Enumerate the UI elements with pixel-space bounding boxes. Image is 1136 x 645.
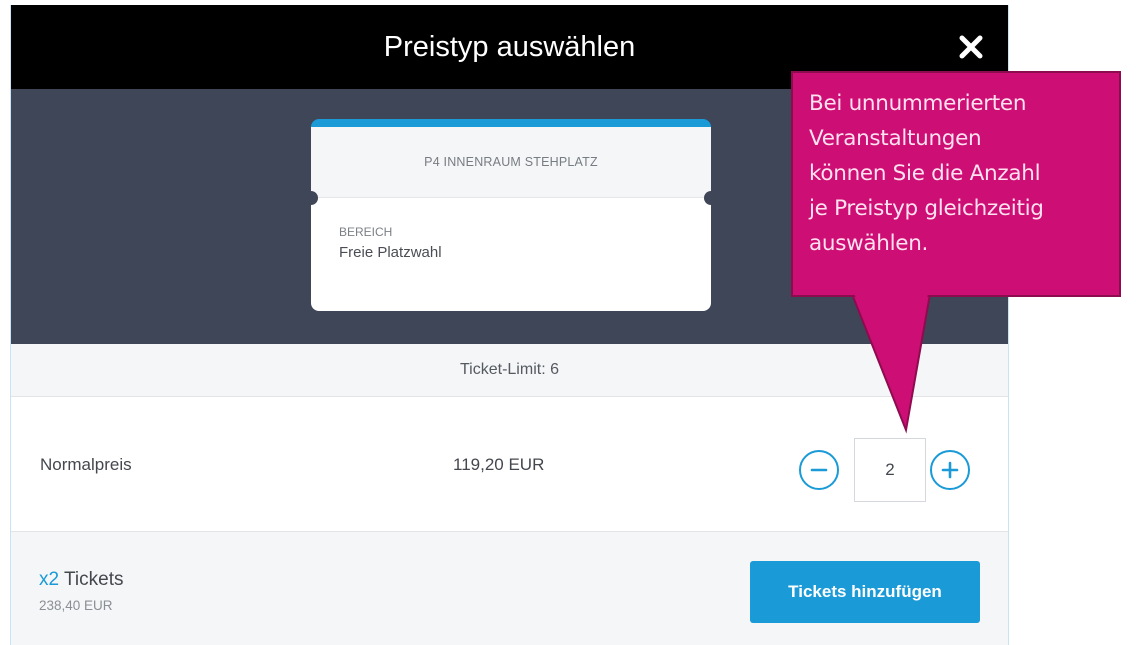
callout-pointer-cover <box>854 293 928 425</box>
page: Preistyp auswählen P4 INNENRAUM STEHPLAT… <box>0 0 1136 645</box>
